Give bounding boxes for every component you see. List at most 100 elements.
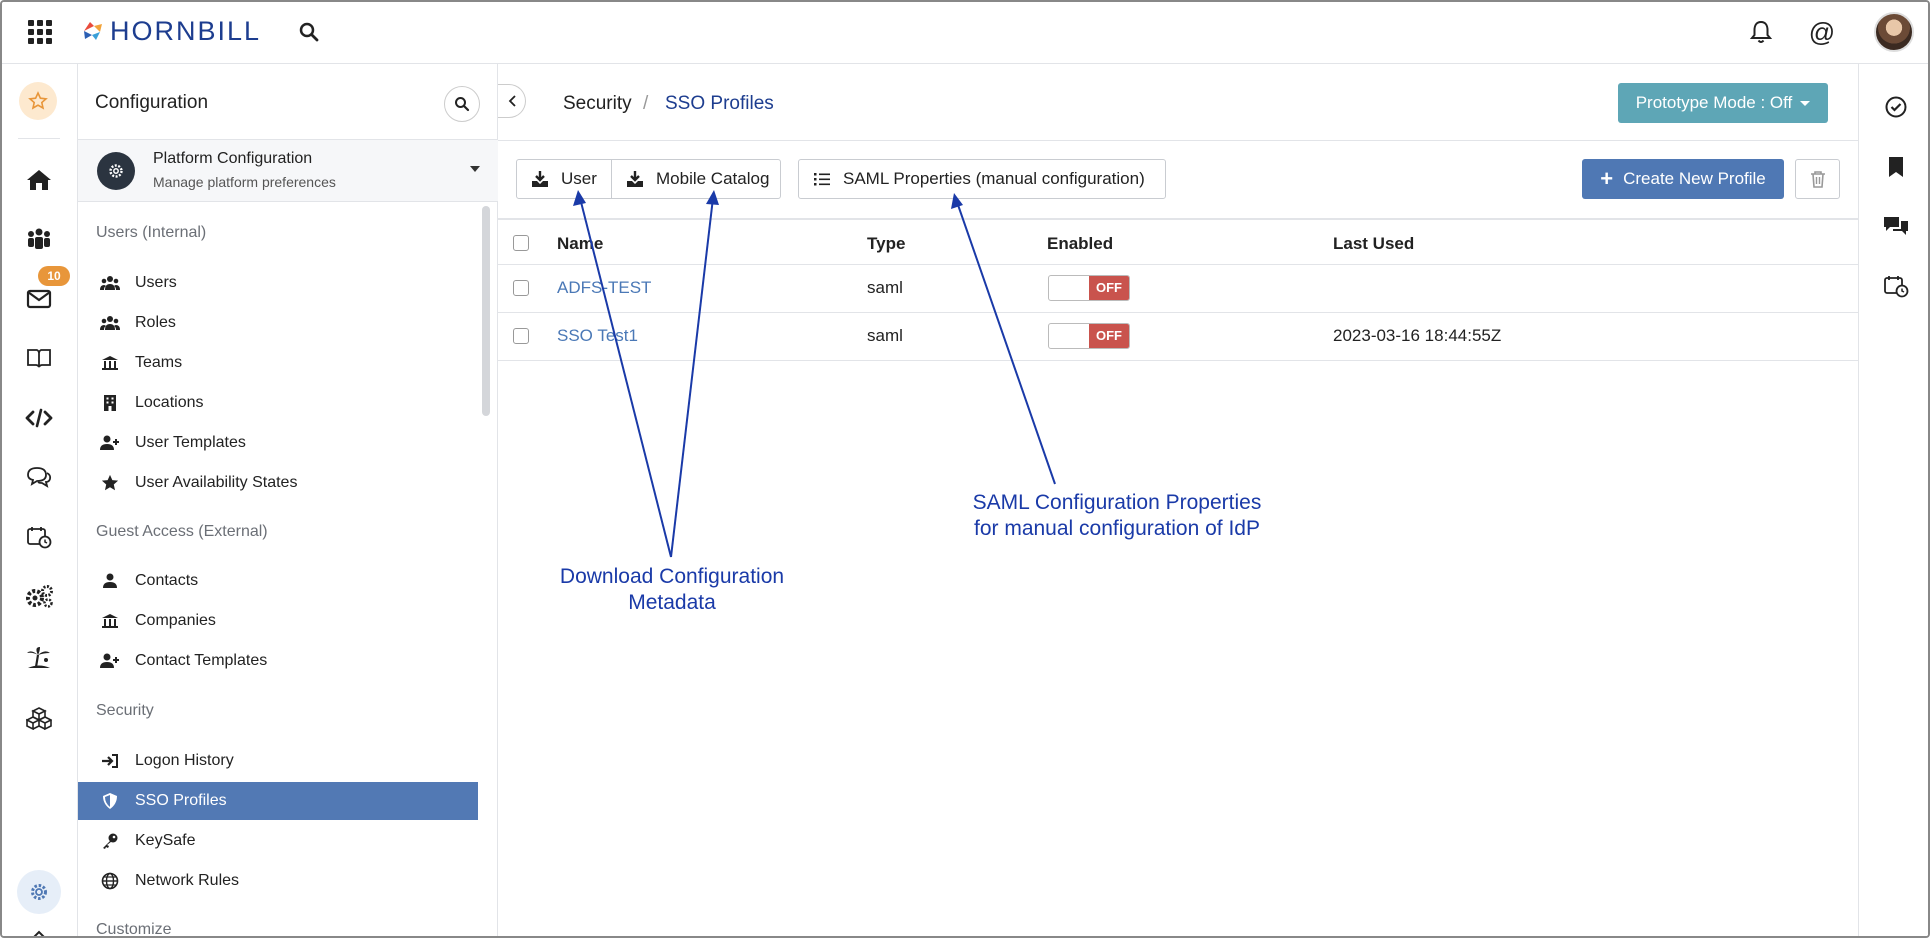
sidebar-item-label: Teams — [135, 354, 183, 371]
user-plus-icon — [100, 433, 120, 453]
building-columns-icon — [100, 353, 120, 373]
palm-tree-icon[interactable] — [22, 641, 56, 675]
table-row[interactable]: SSO Test1 saml OFF 2023-03-16 18:44:55Z — [498, 313, 1858, 361]
calendar-clock-icon[interactable] — [22, 520, 56, 554]
home-icon[interactable] — [22, 163, 56, 197]
platform-configuration-selector[interactable]: Platform Configuration Manage platform p… — [78, 140, 498, 202]
avatar[interactable] — [1874, 12, 1914, 52]
sidebar-scrollbar[interactable] — [482, 206, 490, 416]
sidebar-item-label: Locations — [135, 394, 204, 411]
trash-icon — [1810, 171, 1825, 188]
profile-name-link[interactable]: SSO Test1 — [557, 326, 638, 346]
sidebar-item-contact-templates[interactable]: Contact Templates — [78, 642, 478, 680]
sidebar-item-label: Logon History — [135, 752, 234, 769]
column-header-type[interactable]: Type — [867, 234, 905, 254]
breadcrumb-current: SSO Profiles — [665, 93, 774, 114]
section-guest-access: Guest Access (External) — [96, 523, 268, 540]
breadcrumb-separator: / — [643, 93, 649, 114]
code-icon[interactable] — [22, 401, 56, 435]
check-circle-icon[interactable] — [1882, 93, 1910, 121]
sidebar-item-logon-history[interactable]: Logon History — [78, 742, 478, 780]
sidebar-item-users[interactable]: Users — [78, 264, 478, 302]
section-users-internal: Users (Internal) — [96, 224, 207, 241]
key-icon — [100, 831, 120, 851]
collapse-sidebar-button[interactable] — [498, 84, 526, 118]
toggle-state: OFF — [1089, 276, 1129, 300]
section-security: Security — [96, 702, 154, 719]
download-mobile-catalog-label: Mobile Catalog — [656, 169, 770, 188]
select-all-checkbox[interactable] — [513, 235, 529, 251]
sidebar-item-network-rules[interactable]: Network Rules — [78, 862, 478, 900]
download-mobile-catalog-button[interactable]: Mobile Catalog — [611, 159, 781, 199]
plus-icon: + — [1600, 166, 1614, 191]
chevron-up-icon[interactable] — [22, 918, 56, 936]
sidebar-item-user-templates[interactable]: User Templates — [78, 424, 478, 462]
annotation-saml-line1: SAML Configuration Properties — [972, 491, 1262, 514]
sidebar-item-label: KeySafe — [135, 832, 196, 849]
calendar-clock-icon[interactable] — [1882, 272, 1910, 300]
enabled-toggle[interactable]: OFF — [1048, 275, 1130, 301]
breadcrumb-parent[interactable]: Security — [563, 93, 632, 115]
settings-gear-icon[interactable] — [17, 870, 61, 914]
roles-icon — [100, 313, 120, 333]
favorites-star-icon[interactable] — [19, 82, 57, 120]
download-user-button[interactable]: User — [516, 159, 612, 199]
sidebar-item-companies[interactable]: Companies — [78, 602, 478, 640]
hornbill-logo[interactable]: HORNBILL — [80, 16, 261, 46]
profile-type: saml — [867, 278, 903, 297]
search-icon[interactable] — [298, 21, 320, 43]
caret-down-icon — [470, 166, 480, 172]
column-header-last-used[interactable]: Last Used — [1333, 234, 1414, 254]
row-checkbox[interactable] — [513, 280, 529, 296]
mail-icon[interactable] — [22, 282, 56, 316]
mentions-icon[interactable]: @ — [1808, 18, 1836, 46]
annotation-saml-line2: for manual configuration of IdP — [973, 517, 1260, 540]
sidebar-item-roles[interactable]: Roles — [78, 304, 478, 342]
bell-icon[interactable] — [1747, 18, 1775, 46]
sidebar-item-label: SSO Profiles — [135, 792, 227, 809]
list-icon — [813, 170, 831, 188]
comments-icon[interactable] — [1882, 212, 1910, 240]
profile-last-used: 2023-03-16 18:44:55Z — [1333, 326, 1502, 345]
book-icon[interactable] — [22, 341, 56, 375]
sidebar-item-sso-profiles[interactable]: SSO Profiles — [78, 782, 478, 820]
boxes-icon[interactable] — [22, 701, 56, 735]
sidebar-item-keysafe[interactable]: KeySafe — [78, 822, 478, 860]
row-checkbox[interactable] — [513, 328, 529, 344]
user-icon — [100, 571, 120, 591]
left-rail: 10 — [2, 64, 78, 936]
sidebar-item-teams[interactable]: Teams — [78, 344, 478, 382]
sidebar-item-locations[interactable]: Locations — [78, 384, 478, 422]
saml-properties-button[interactable]: SAML Properties (manual configuration) — [798, 159, 1166, 199]
apps-grid-icon[interactable] — [28, 20, 52, 44]
bookmark-icon[interactable] — [1882, 153, 1910, 181]
star-icon — [100, 473, 120, 493]
sidebar-title: Configuration — [95, 92, 209, 113]
sidebar-item-label: Network Rules — [135, 872, 240, 889]
shield-icon — [100, 791, 120, 811]
header-divider — [498, 140, 1858, 141]
sidebar-item-contacts[interactable]: Contacts — [78, 562, 478, 600]
create-new-profile-button[interactable]: + Create New Profile — [1582, 159, 1784, 199]
enabled-toggle[interactable]: OFF — [1048, 323, 1130, 349]
sidebar-item-user-availability-states[interactable]: User Availability States — [78, 464, 478, 502]
team-icon[interactable] — [22, 222, 56, 256]
platform-gear-icon — [97, 152, 135, 190]
globe-icon — [100, 871, 120, 891]
gears-icon[interactable] — [22, 580, 56, 614]
chat-icon[interactable] — [22, 460, 56, 494]
column-header-enabled[interactable]: Enabled — [1047, 234, 1113, 254]
table-row[interactable]: ADFS-TEST saml OFF — [498, 265, 1858, 313]
sidebar-item-label: Users — [135, 274, 177, 291]
profile-name-link[interactable]: ADFS-TEST — [557, 278, 651, 298]
platform-subtitle: Manage platform preferences — [153, 174, 336, 190]
prototype-mode-dropdown[interactable]: Prototype Mode : Off — [1618, 83, 1828, 123]
download-icon — [531, 170, 549, 188]
sidebar-search-button[interactable] — [444, 86, 480, 122]
column-header-name[interactable]: Name — [557, 234, 603, 254]
rail-divider — [18, 138, 60, 139]
sidebar-item-label: Contact Templates — [135, 652, 268, 669]
delete-button[interactable] — [1795, 159, 1840, 199]
user-plus-icon — [100, 651, 120, 671]
chevron-left-icon — [508, 95, 516, 107]
